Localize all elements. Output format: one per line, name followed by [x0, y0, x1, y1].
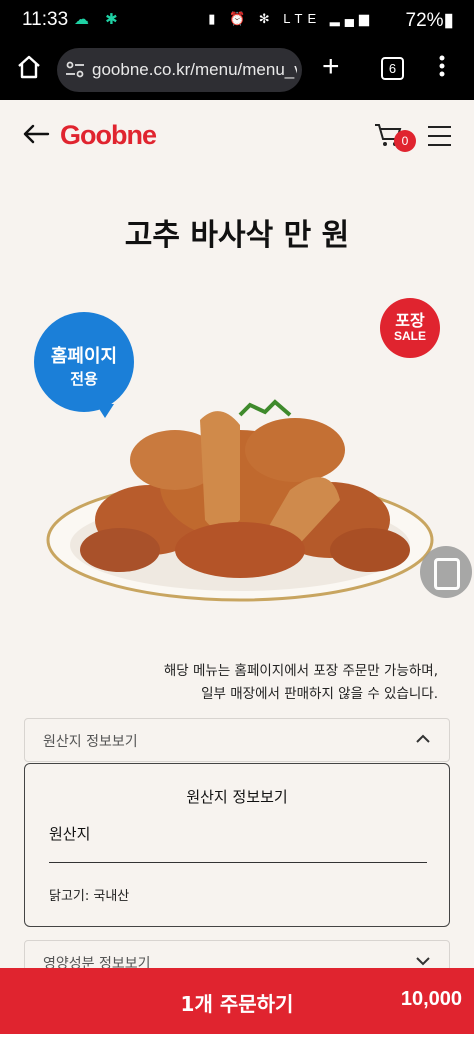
- system-navigation-bar: [0, 1034, 474, 1053]
- network-label: LTE: [283, 11, 322, 26]
- status-bar: 11:33 ☁ ✱ ▮ ⏰ ✻ LTE ▂▄▆ 72%▮: [0, 0, 474, 42]
- menu-hamburger-icon[interactable]: [428, 126, 451, 153]
- system-icons: ▮ ⏰ ✻ LTE ▂▄▆: [208, 11, 374, 26]
- notice-line1: 해당 메뉴는 홈페이지에서 포장 주문만 가능하며,: [163, 663, 438, 679]
- cart-count-badge: 0: [394, 130, 416, 152]
- new-tab-icon[interactable]: +: [322, 50, 340, 84]
- origin-accordion-label: 원산지 정보보기: [43, 734, 138, 750]
- cup-icon: [434, 558, 460, 590]
- product-title: 고추 바사삭 만 원: [124, 218, 350, 253]
- order-price: 10,000: [400, 988, 462, 1010]
- notice-line2: 일부 매장에서 판매하지 않을 수 있습니다.: [201, 686, 438, 702]
- badge-takeout-line1: 포장: [395, 311, 425, 330]
- battery-percent: 72%: [405, 10, 444, 31]
- product-image: [46, 399, 434, 602]
- notification-icons: ☁ ✱: [74, 11, 124, 28]
- battery-level: 72%▮: [405, 10, 455, 31]
- order-button[interactable]: 1개 주문하기 10,000: [0, 968, 474, 1034]
- origin-chicken-value: 닭고기: 국내산: [49, 889, 130, 904]
- divider: [49, 862, 427, 863]
- badge-takeout-line2: SALE: [393, 329, 426, 343]
- logo-text: Goobne: [60, 120, 157, 150]
- origin-panel-title: 원산지 정보보기: [186, 788, 288, 806]
- origin-panel-subtitle: 원산지: [49, 825, 91, 843]
- takeout-sale-badge: 포장 SALE: [380, 298, 440, 358]
- status-time: 11:33: [22, 9, 69, 30]
- url-text: goobne.co.kr/menu/menu_view: [92, 60, 297, 79]
- browser-toolbar: goobne.co.kr/menu/menu_view + 6: [0, 42, 474, 100]
- tab-switcher-button[interactable]: 6: [381, 57, 404, 80]
- more-options-icon[interactable]: [438, 52, 446, 80]
- site-settings-icon[interactable]: [65, 61, 85, 79]
- floating-cup-button[interactable]: [420, 546, 472, 598]
- goobne-logo[interactable]: Goobne: [60, 120, 157, 151]
- badge-homepage-line1: 홈페이지: [50, 346, 118, 367]
- address-bar[interactable]: goobne.co.kr/menu/menu_view: [57, 48, 302, 92]
- order-notice: 해당 메뉴는 홈페이지에서 포장 주문만 가능하며, 일부 매장에서 판매하지 …: [0, 660, 438, 706]
- origin-info-panel: 원산지 정보보기 원산지 닭고기: 국내산: [24, 763, 450, 927]
- site-header: Goobne 0: [0, 100, 474, 170]
- origin-accordion-header[interactable]: 원산지 정보보기: [24, 718, 450, 762]
- chevron-down-icon: [416, 957, 430, 966]
- chevron-up-icon: [416, 734, 430, 743]
- back-arrow-icon[interactable]: [22, 124, 50, 144]
- home-icon[interactable]: [16, 54, 42, 80]
